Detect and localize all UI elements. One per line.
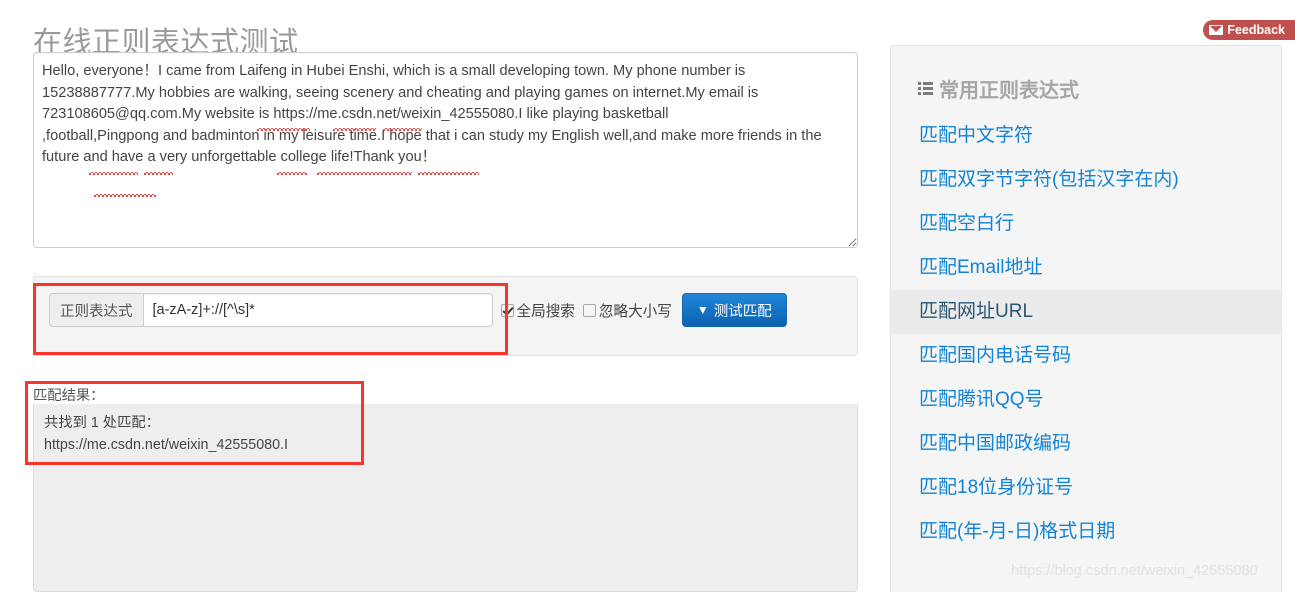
- global-search-checkbox[interactable]: [500, 303, 514, 317]
- test-match-label: 测试匹配: [713, 303, 772, 320]
- sidebar-item-postcode[interactable]: 匹配中国邮政编码: [891, 422, 1281, 466]
- test-match-button[interactable]: ▼ 测试匹配: [681, 293, 787, 327]
- sidebar-item-double-byte-chars[interactable]: 匹配双字节字符(包括汉字在内): [891, 158, 1281, 202]
- regex-panel: 正则表达式 全局搜索 忽略大小写 ▼ 测试匹配: [33, 276, 858, 356]
- sidebar-item-qq[interactable]: 匹配腾讯QQ号: [891, 378, 1281, 422]
- result-box: 共找到 1 处匹配： https://me.csdn.net/weixin_42…: [33, 404, 858, 592]
- envelope-icon: [1209, 25, 1224, 35]
- sidebar-item-email[interactable]: 匹配Email地址: [891, 246, 1281, 290]
- chevron-down-icon: ▼: [696, 303, 709, 317]
- option-global-search[interactable]: 全局搜索: [500, 300, 575, 321]
- regex-label: 正则表达式: [49, 293, 143, 327]
- result-label: 匹配结果：: [33, 388, 105, 404]
- regex-row: 正则表达式 全局搜索 忽略大小写 ▼ 测试匹配: [49, 293, 787, 327]
- sidebar-item-chinese-chars[interactable]: 匹配中文字符: [891, 114, 1281, 158]
- regex-input[interactable]: [142, 293, 493, 327]
- main-content: [33, 52, 858, 248]
- global-search-label: 全局搜索: [516, 303, 575, 320]
- sidebar-item-id-card[interactable]: 匹配18位身份证号: [891, 466, 1281, 510]
- source-text-input[interactable]: [33, 52, 858, 248]
- option-ignore-case[interactable]: 忽略大小写: [582, 300, 672, 321]
- ignore-case-label: 忽略大小写: [598, 303, 672, 320]
- app-root: 在线正则表达式测试 Feedback 正则表达式 全局搜索: [0, 0, 1295, 592]
- sidebar-item-blank-lines[interactable]: 匹配空白行: [891, 202, 1281, 246]
- sidebar-item-phone[interactable]: 匹配国内电话号码: [891, 334, 1281, 378]
- sidebar-item-date[interactable]: 匹配(年-月-日)格式日期: [891, 510, 1281, 554]
- result-match-item: https://me.csdn.net/weixin_42555080.I: [44, 437, 288, 453]
- list-icon: [918, 81, 933, 96]
- feedback-button[interactable]: Feedback: [1203, 20, 1295, 40]
- feedback-label: Feedback: [1227, 23, 1285, 37]
- regex-input-group: 正则表达式: [49, 293, 493, 327]
- result-summary: 共找到 1 处匹配：: [44, 415, 160, 431]
- sidebar-header: 常用正则表达式: [891, 46, 1281, 103]
- ignore-case-checkbox[interactable]: [582, 303, 596, 317]
- sidebar-header-label: 常用正则表达式: [939, 80, 1079, 102]
- sidebar-item-url[interactable]: 匹配网址URL: [891, 290, 1281, 334]
- sidebar: 常用正则表达式 匹配中文字符 匹配双字节字符(包括汉字在内) 匹配空白行 匹配E…: [890, 45, 1282, 592]
- sidebar-list: 匹配中文字符 匹配双字节字符(包括汉字在内) 匹配空白行 匹配Email地址 匹…: [891, 114, 1281, 554]
